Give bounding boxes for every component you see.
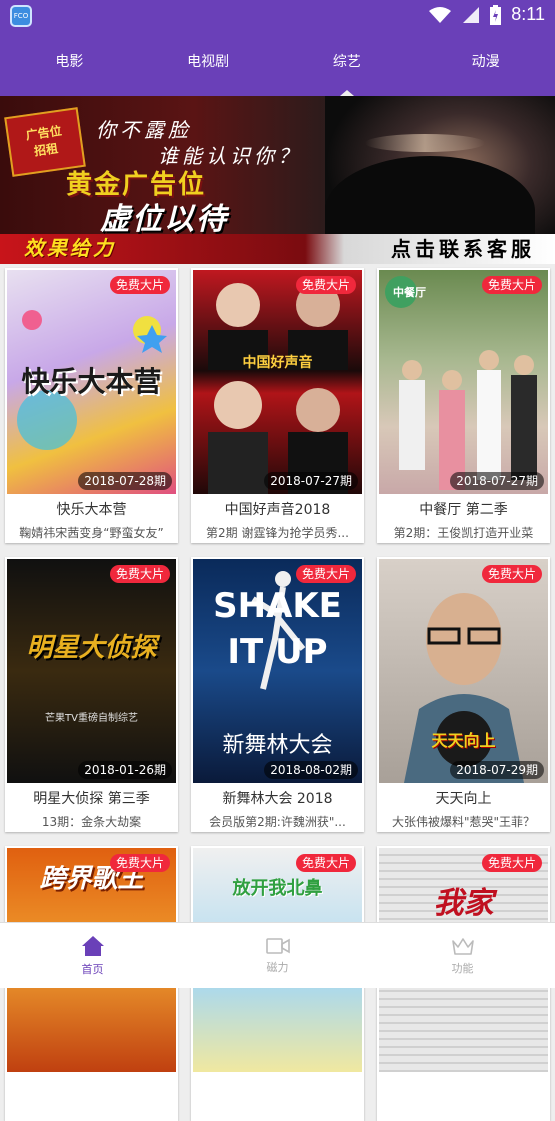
poster-title-art: 放开我北鼻: [232, 878, 323, 899]
status-bar: FCO 8:11: [0, 0, 555, 32]
free-badge: 免费大片: [295, 854, 356, 872]
show-title: 快乐大本营: [56, 502, 127, 518]
free-badge: 免费大片: [295, 565, 356, 583]
show-poster[interactable]: 中餐厅 免费大片 2018-07-27期: [379, 270, 548, 494]
episode-date: 2018-08-02期: [264, 761, 358, 779]
show-card[interactable]: 中国好声音 免费大片 2018-07-27期 中国好声音2018 第2期 谢霆锋…: [191, 268, 364, 543]
contact-service-link[interactable]: 点击联系客服: [391, 233, 535, 262]
free-badge: 免费大片: [109, 854, 170, 872]
show-subtitle: 第2期 谢霆锋为抢学员秀...: [206, 526, 349, 540]
show-title: 中国好声音2018: [224, 502, 331, 518]
poster-title-art: SHAKE IT UP: [213, 586, 342, 672]
episode-date: 2018-01-26期: [78, 761, 172, 779]
nav-magnet-label: 磁力: [266, 960, 289, 974]
poster-tagline: 新舞林大会: [222, 733, 333, 758]
category-tabs: 电影 电视剧 综艺 动漫: [0, 32, 555, 96]
wifi-icon: [429, 6, 452, 23]
banner-slogan: 虚位以待: [100, 202, 228, 237]
banner-effect-text: 效果给力: [24, 236, 116, 260]
bottom-navigation: 首页 磁力 功能: [0, 922, 555, 988]
show-subtitle: 大张伟被爆料"惹哭"王菲？: [391, 815, 536, 829]
show-title: 明星大侦探 第三季: [33, 791, 150, 807]
nav-home[interactable]: 首页: [0, 923, 185, 988]
stamp-line-2: 招租: [33, 141, 59, 159]
home-icon: [81, 935, 104, 956]
nav-home-label: 首页: [81, 962, 104, 976]
show-poster[interactable]: 中国好声音 免费大片 2018-07-27期: [193, 270, 362, 494]
nav-functions[interactable]: 功能: [370, 923, 555, 988]
cellular-signal-icon: [463, 6, 480, 23]
free-badge: 免费大片: [481, 565, 542, 583]
show-poster[interactable]: 快乐大本营 免费大片 2018-07-28期: [7, 270, 176, 494]
poster-title-art: 中国好声音: [242, 355, 313, 371]
status-icons: 8:11: [428, 4, 545, 25]
banner-text-1: 你不露脸: [96, 118, 192, 142]
battery-charging-icon: [490, 4, 502, 25]
show-subtitle: 鞠婧祎宋茜变身“野蛮女友”: [19, 526, 164, 540]
free-badge: 免费大片: [109, 276, 170, 294]
tab-anime[interactable]: 动漫: [416, 32, 555, 96]
banner-bottom-strip: 效果给力 点击联系客服: [0, 234, 555, 264]
tab-variety-shows[interactable]: 综艺: [278, 32, 417, 96]
app-notification-icon: FCO: [10, 5, 32, 27]
episode-date: 2018-07-27期: [264, 472, 358, 490]
nav-functions-label: 功能: [451, 961, 474, 975]
show-subtitle: 会员版第2期:许魏洲获"...: [209, 815, 346, 829]
poster-art: [208, 283, 348, 494]
free-badge: 免费大片: [295, 276, 356, 294]
free-badge: 免费大片: [481, 276, 542, 294]
poster-title-art: 明星大侦探: [26, 633, 157, 663]
show-card[interactable]: 中餐厅 免费大片 2018-07-27期 中餐厅 第二季 第2期：王俊凯打造开业…: [377, 268, 550, 543]
show-card[interactable]: SHAKE IT UP 新舞林大会 免费大片 2018-08-02期 新舞林大会…: [191, 557, 364, 832]
poster-art: [385, 276, 537, 490]
show-card[interactable]: 明星大侦探 芒果TV重磅自制综艺 免费大片 2018-01-26期 明星大侦探 …: [5, 557, 178, 832]
poster-title-art: 我家: [433, 886, 494, 921]
crown-icon: [451, 937, 474, 955]
banner-eyes-decoration: [365, 134, 485, 152]
show-card[interactable]: 快乐大本营 免费大片 2018-07-28期 快乐大本营 鞠婧祎宋茜变身“野蛮女…: [5, 268, 178, 543]
poster-title-art: 中餐厅: [393, 286, 426, 299]
episode-date: 2018-07-27期: [450, 472, 544, 490]
show-grid: 快乐大本营 免费大片 2018-07-28期 快乐大本营 鞠婧祎宋茜变身“野蛮女…: [5, 268, 550, 1121]
video-camera-icon: [265, 937, 290, 954]
show-poster[interactable]: 天天向上 免费大片 2018-07-29期: [379, 559, 548, 783]
show-subtitle: 第2期：王俊凯打造开业菜: [393, 526, 534, 540]
show-poster[interactable]: 明星大侦探 芒果TV重磅自制综艺 免费大片 2018-01-26期: [7, 559, 176, 783]
tab-movies[interactable]: 电影: [0, 32, 139, 96]
show-subtitle: 13期：金条大劫案: [41, 815, 142, 829]
poster-title-art: 天天向上: [431, 731, 496, 750]
nav-magnet[interactable]: 磁力: [185, 923, 370, 988]
show-title: 新舞林大会 2018: [222, 791, 333, 807]
tab-tv-series[interactable]: 电视剧: [139, 32, 278, 96]
episode-date: 2018-07-28期: [78, 472, 172, 490]
free-badge: 免费大片: [481, 854, 542, 872]
free-badge: 免费大片: [109, 565, 170, 583]
episode-date: 2018-07-29期: [450, 761, 544, 779]
ad-banner[interactable]: 广告位 招租 你不露脸 谁能认识你？ 黄金广告位 虚位以待 效果给力 点击联系客…: [0, 96, 555, 264]
clock: 8:11: [511, 4, 545, 24]
show-card[interactable]: 天天向上 免费大片 2018-07-29期 天天向上 大张伟被爆料"惹哭"王菲？: [377, 557, 550, 832]
poster-title-art: 快乐大本营: [21, 365, 162, 398]
show-title: 天天向上: [435, 791, 492, 807]
show-title: 中餐厅 第二季: [419, 502, 508, 518]
poster-tagline: 芒果TV重磅自制综艺: [45, 713, 138, 724]
show-poster[interactable]: SHAKE IT UP 新舞林大会 免费大片 2018-08-02期: [193, 559, 362, 783]
